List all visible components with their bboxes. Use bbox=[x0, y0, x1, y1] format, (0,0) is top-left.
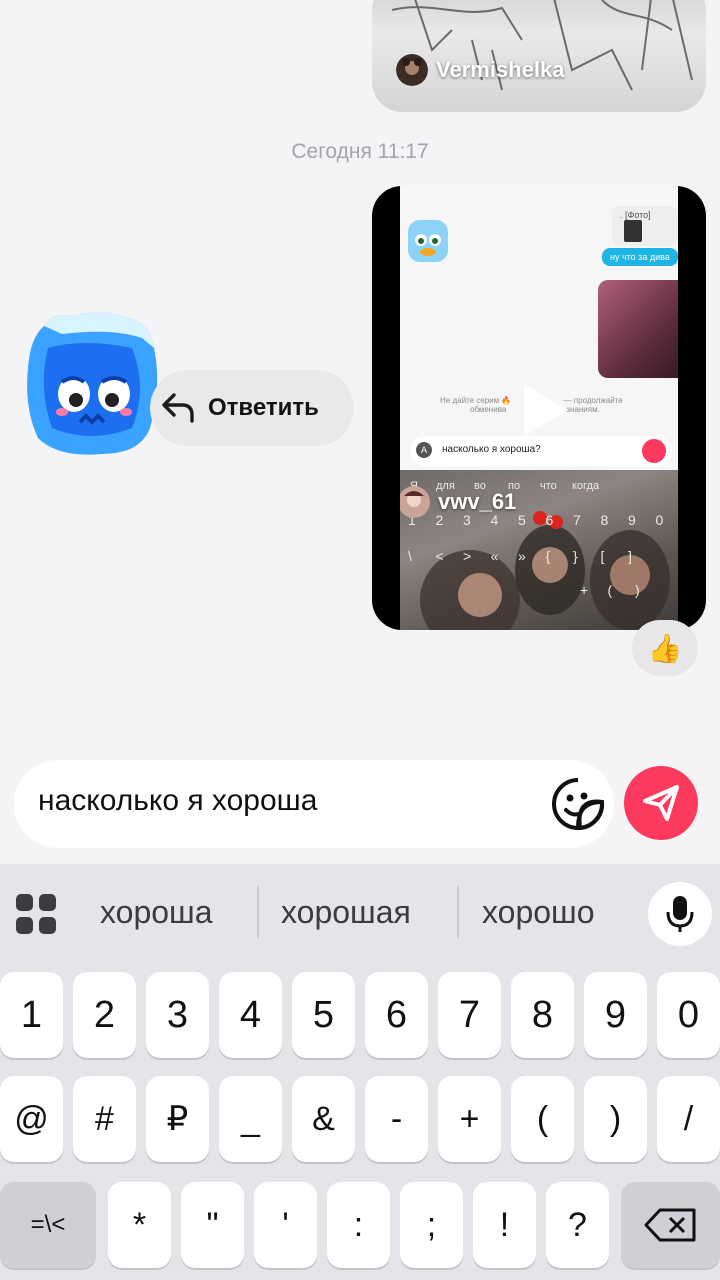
key-row3-1[interactable]: " bbox=[181, 1182, 244, 1268]
key-row2-9[interactable]: / bbox=[657, 1076, 720, 1162]
key-row2-8[interactable]: ) bbox=[584, 1076, 647, 1162]
mini-key-digit: 7 bbox=[573, 512, 581, 528]
suggestion-2[interactable]: хорошая bbox=[281, 894, 411, 931]
key-row3-2[interactable]: ' bbox=[254, 1182, 317, 1268]
mini-sticker-icon bbox=[408, 220, 448, 262]
symbols-toggle-key[interactable]: =\< bbox=[0, 1182, 96, 1268]
reply-arrow-icon bbox=[162, 393, 194, 423]
key-row3-3[interactable]: : bbox=[327, 1182, 390, 1268]
key-row2-3[interactable]: _ bbox=[219, 1076, 282, 1162]
mini-key-symbol: } bbox=[573, 548, 578, 564]
key-row1-6[interactable]: 7 bbox=[438, 972, 501, 1058]
key-row1-0[interactable]: 1 bbox=[0, 972, 63, 1058]
suggestion-divider bbox=[457, 886, 459, 938]
play-icon[interactable] bbox=[520, 380, 572, 440]
key-row2-7[interactable]: ( bbox=[511, 1076, 574, 1162]
key-row2-0[interactable]: @ bbox=[0, 1076, 63, 1162]
mini-key-symbol: ] bbox=[628, 548, 632, 564]
mini-key-symbol: » bbox=[518, 548, 526, 564]
mini-key-symbol: \ bbox=[408, 548, 412, 564]
microphone-button[interactable] bbox=[648, 882, 712, 946]
mini-key-digit: 0 bbox=[655, 512, 664, 528]
mini-key-symbol: ( bbox=[607, 582, 613, 598]
mini-key-symbol: < bbox=[435, 548, 444, 564]
key-row3-4[interactable]: ; bbox=[400, 1182, 463, 1268]
key-row2-6[interactable]: + bbox=[438, 1076, 501, 1162]
mini-suggestion: что bbox=[540, 480, 557, 492]
key-row1-8[interactable]: 9 bbox=[584, 972, 647, 1058]
mini-photo-bubble: . [Фото] bbox=[612, 206, 678, 246]
send-button[interactable] bbox=[624, 766, 698, 840]
ice-sticker bbox=[27, 312, 158, 455]
video-author-chip[interactable]: Vermishelka bbox=[396, 54, 564, 86]
key-row1-7[interactable]: 8 bbox=[511, 972, 574, 1058]
mini-suggestion: когда bbox=[572, 480, 600, 492]
microphone-icon bbox=[666, 896, 694, 932]
mini-photo bbox=[598, 280, 678, 378]
key-row2-5[interactable]: - bbox=[365, 1076, 428, 1162]
key-row2-2[interactable]: ₽ bbox=[146, 1076, 209, 1162]
mini-key-symbol: [ bbox=[600, 548, 605, 564]
key-row1-3[interactable]: 4 bbox=[219, 972, 282, 1058]
backspace-key[interactable] bbox=[621, 1182, 720, 1268]
date-separator: Сегодня 11:17 bbox=[291, 140, 429, 163]
key-row1-1[interactable]: 2 bbox=[73, 972, 136, 1058]
mini-key-symbol: ) bbox=[635, 582, 640, 598]
grid-menu-icon[interactable] bbox=[14, 892, 58, 936]
key-row3-6[interactable]: ? bbox=[546, 1182, 609, 1268]
mini-key-digit: 9 bbox=[628, 512, 636, 528]
key-row1-5[interactable]: 6 bbox=[365, 972, 428, 1058]
suggestion-divider bbox=[257, 886, 259, 938]
key-row3-0[interactable]: * bbox=[108, 1182, 171, 1268]
mini-key-symbol: > bbox=[463, 548, 472, 564]
mini-text-bubble: ну что за дива bbox=[602, 248, 678, 266]
previous-video-message[interactable]: Vermishelka bbox=[372, 0, 706, 112]
reply-label: Ответить bbox=[208, 394, 319, 421]
mini-composer: A насколько я хороша? bbox=[410, 436, 672, 466]
key-row2-1[interactable]: # bbox=[73, 1076, 136, 1162]
mini-key-symbol: + bbox=[580, 582, 589, 598]
mini-key-symbol: { bbox=[545, 548, 551, 564]
backspace-icon bbox=[644, 1208, 695, 1242]
key-row2-4[interactable]: & bbox=[292, 1076, 355, 1162]
mini-composer-text: насколько я хороша? bbox=[442, 444, 541, 455]
mini-key-digit: 5 bbox=[518, 512, 526, 528]
suggestion-3[interactable]: хорошо bbox=[482, 894, 595, 931]
key-row1-2[interactable]: 3 bbox=[146, 972, 209, 1058]
mini-key-digit: 6 bbox=[545, 512, 554, 528]
key-row1-4[interactable]: 5 bbox=[292, 972, 355, 1058]
author-avatar-2 bbox=[400, 486, 430, 518]
video-author-name-2: vwv_61 bbox=[438, 489, 517, 514]
video-author-chip-2[interactable]: vwv_61 bbox=[400, 486, 516, 518]
author-avatar bbox=[396, 54, 428, 86]
video-author-name: Vermishelka bbox=[436, 57, 565, 82]
message-composer bbox=[14, 760, 614, 848]
send-icon bbox=[643, 785, 679, 821]
reaction-badge[interactable]: 👍 bbox=[632, 620, 698, 676]
suggestion-1[interactable]: хороша bbox=[100, 894, 213, 931]
suggestion-bar: хороша хорошая хорошо bbox=[0, 864, 720, 962]
mini-key-symbol: « bbox=[490, 548, 499, 564]
key-row1-9[interactable]: 0 bbox=[657, 972, 720, 1058]
message-input[interactable] bbox=[38, 784, 518, 818]
keyboard: хороша хорошая хорошо 1 2 3 4 5 6 7 8 9 0 @ # ₽ _ & - +(… bbox=[0, 864, 720, 1280]
sticker-icon[interactable] bbox=[550, 776, 606, 832]
mini-key-digit: 8 bbox=[600, 512, 609, 528]
reply-button[interactable]: Ответить bbox=[150, 370, 354, 446]
mini-photo-label: . [Фото] bbox=[620, 210, 651, 220]
key-row3-5[interactable]: ! bbox=[473, 1182, 536, 1268]
